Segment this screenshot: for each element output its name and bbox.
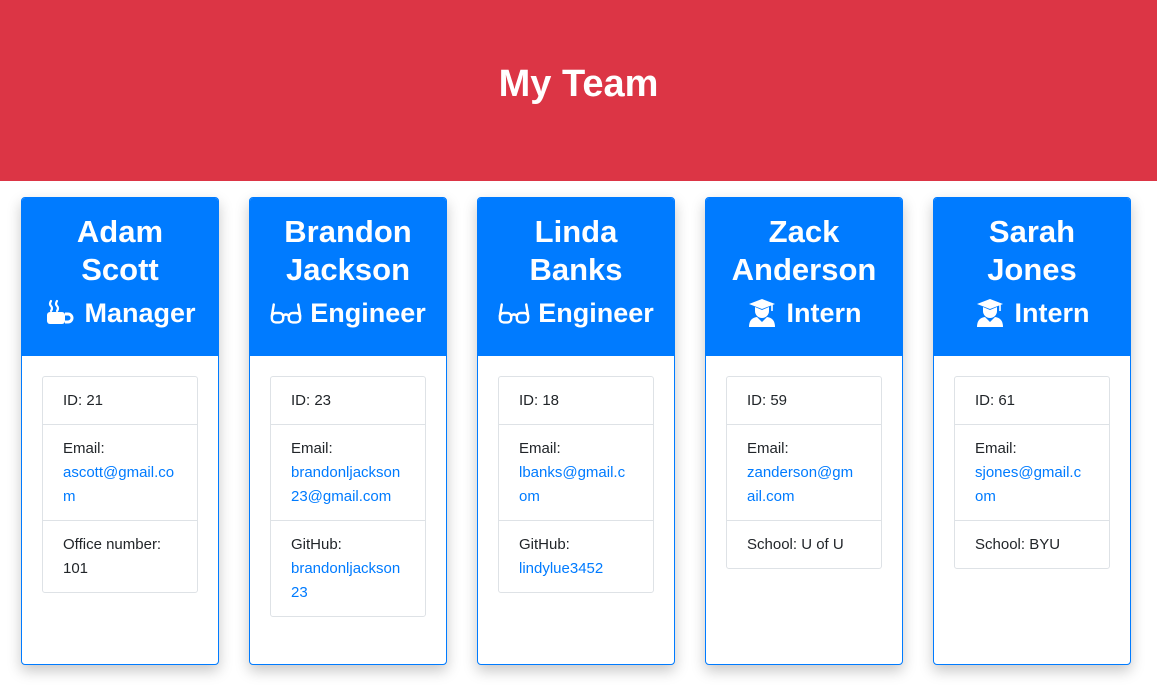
card-header: Adam Scott Manager (22, 198, 218, 356)
employee-id: ID: 59 (747, 392, 788, 409)
mug-hot-icon (44, 298, 76, 328)
employee-email-item: Email: sjones@gmail.com (955, 424, 1109, 520)
employee-id: ID: 18 (519, 392, 560, 409)
employee-role: Engineer (250, 297, 446, 329)
role-label: Intern (1014, 298, 1090, 328)
email-link[interactable]: sjones@gmail.com (975, 464, 1081, 505)
github-item: GitHub: brandonljackson23 (271, 520, 425, 616)
employee-name: Sarah Jones (987, 214, 1077, 287)
employee-role: Engineer (478, 297, 674, 329)
employee-email-item: Email: brandonljackson23@gmail.com (271, 424, 425, 520)
employee-id: ID: 61 (975, 392, 1016, 409)
employee-role: Intern (706, 297, 902, 329)
employee-email-item: Email: ascott@gmail.com (43, 424, 197, 520)
email-link[interactable]: zanderson@gmail.com (747, 464, 853, 505)
glasses-icon (498, 298, 530, 328)
card-body: ID: 18 Email: lbanks@gmail.com GitHub: l… (478, 356, 674, 613)
role-label: Manager (84, 298, 196, 328)
employee-email-item: Email: zanderson@gmail.com (727, 424, 881, 520)
card-header: Brandon Jackson Engineer (250, 198, 446, 356)
email-link[interactable]: lbanks@gmail.com (519, 464, 625, 505)
user-graduate-icon (974, 298, 1006, 328)
employee-card-intern: Sarah Jones Intern ID: 61 Email: sjones@… (933, 197, 1131, 665)
email-link[interactable]: brandonljackson23@gmail.com (291, 464, 400, 505)
github-link[interactable]: brandonljackson23 (291, 560, 400, 601)
card-body: ID: 59 Email: zanderson@gmail.com School… (706, 356, 902, 589)
employee-name: Brandon Jackson (284, 214, 412, 287)
employee-role: Manager (22, 297, 218, 329)
office-number-value: 101 (63, 560, 89, 577)
role-label: Engineer (310, 298, 426, 328)
school-item: School: BYU (955, 520, 1109, 568)
email-label: Email: (519, 440, 561, 457)
email-label: Email: (975, 440, 1017, 457)
office-number-label: Office number: (63, 536, 162, 553)
card-body: ID: 23 Email: brandonljackson23@gmail.co… (250, 356, 446, 637)
school-item: School: U of U (727, 520, 881, 568)
email-link[interactable]: ascott@gmail.com (63, 464, 174, 505)
github-link[interactable]: lindylue3452 (519, 560, 603, 577)
glasses-icon (270, 298, 302, 328)
card-header: Linda Banks Engineer (478, 198, 674, 356)
employee-id: ID: 23 (291, 392, 332, 409)
user-graduate-icon (746, 298, 778, 328)
employee-name: Zack Anderson (731, 214, 877, 287)
employee-card-manager: Adam Scott Manager ID: 21 Email: ascott@… (21, 197, 219, 665)
email-label: Email: (291, 440, 333, 457)
info-list: ID: 18 Email: lbanks@gmail.com GitHub: l… (498, 376, 654, 593)
office-number-item: Office number: 101 (43, 520, 197, 592)
info-list: ID: 61 Email: sjones@gmail.com School: B… (954, 376, 1110, 569)
info-list: ID: 21 Email: ascott@gmail.com Office nu… (42, 376, 198, 593)
card-body: ID: 21 Email: ascott@gmail.com Office nu… (22, 356, 218, 613)
card-header: Sarah Jones Intern (934, 198, 1130, 356)
role-label: Intern (786, 298, 862, 328)
page-header: My Team (0, 0, 1157, 181)
github-label: GitHub: (519, 536, 570, 553)
role-label: Engineer (538, 298, 654, 328)
employee-email-item: Email: lbanks@gmail.com (499, 424, 653, 520)
page-title: My Team (498, 63, 659, 105)
info-list: ID: 59 Email: zanderson@gmail.com School… (726, 376, 882, 569)
email-label: Email: (747, 440, 789, 457)
info-list: ID: 23 Email: brandonljackson23@gmail.co… (270, 376, 426, 617)
card-body: ID: 61 Email: sjones@gmail.com School: B… (934, 356, 1130, 589)
employee-card-engineer: Brandon Jackson Engineer ID: 23 Email: b… (249, 197, 447, 665)
employee-name: Adam Scott (76, 214, 164, 287)
card-header: Zack Anderson Intern (706, 198, 902, 356)
github-label: GitHub: (291, 536, 342, 553)
email-label: Email: (63, 440, 105, 457)
github-item: GitHub: lindylue3452 (499, 520, 653, 592)
employee-id: ID: 21 (63, 392, 104, 409)
employee-role: Intern (934, 297, 1130, 329)
employee-name: Linda Banks (529, 214, 623, 287)
employee-card-engineer: Linda Banks Engineer ID: 18 Email: lbank… (477, 197, 675, 665)
employee-card-intern: Zack Anderson Intern ID: 59 Email: zande… (705, 197, 903, 665)
